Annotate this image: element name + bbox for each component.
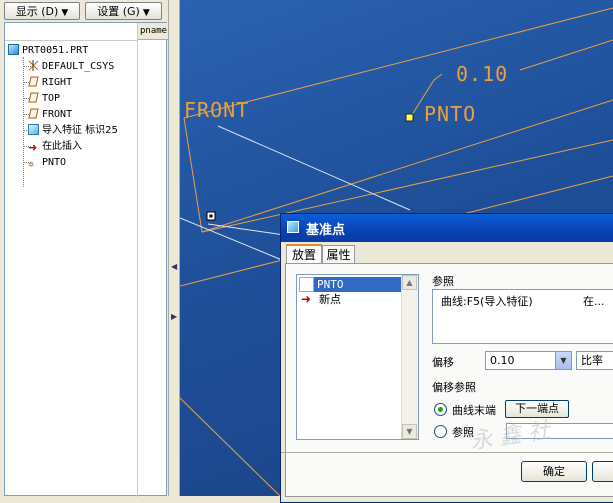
expand-right-icon[interactable]: ▶ [171, 312, 178, 322]
tab-placement[interactable]: 放置 [286, 244, 322, 263]
tree-item-label: PRT0051.PRT [22, 45, 89, 56]
tab-properties[interactable]: 属性 [322, 245, 355, 263]
point-checkbox[interactable] [299, 277, 314, 292]
offset-value: 0.10 [490, 354, 515, 367]
datum-point-marker[interactable] [405, 113, 414, 122]
settings-menu-button[interactable]: 设置 (G) ▼ [85, 2, 162, 20]
tree-item-pnt0[interactable]: ✲ PNTO [28, 155, 66, 170]
reference-label: 参照 [432, 275, 454, 288]
datum-point-dialog: 基准点 放置 属性 PNTO ➜ 新点 ▲ ▼ 参照 曲线:F5(导入特征) 在… [280, 213, 613, 503]
scroll-up-icon[interactable]: ▲ [402, 275, 417, 290]
curve-end-label[interactable]: 曲线末端 [452, 402, 496, 418]
list-scrollbar[interactable]: ▲ ▼ [401, 275, 418, 439]
datum-point-icon: ✲ [28, 159, 35, 170]
divider [281, 452, 613, 453]
tree-item-label: PNTO [42, 157, 67, 168]
datum-point-label: PNTO [424, 102, 477, 126]
front-plane-edge [180, 397, 281, 496]
offset-label: 偏移 [432, 356, 454, 369]
ok-button[interactable]: 确定 [521, 461, 587, 482]
tree-item-label: DEFAULT_CSYS [42, 61, 115, 72]
offset-value-combo[interactable]: 0.10 ▼ [485, 351, 572, 370]
curve-end-marker-dot [209, 214, 213, 218]
scroll-down-icon[interactable]: ▼ [402, 424, 417, 439]
settings-menu-label: 设置 (G) [97, 5, 140, 18]
offset-dimension-label[interactable]: 0.10 [456, 62, 508, 86]
dialog-titlebar[interactable]: 基准点 [281, 214, 613, 242]
chevron-down-icon: ▼ [142, 8, 150, 18]
list-item-label: 新点 [319, 293, 341, 306]
column-header-pname[interactable]: pname [138, 23, 168, 40]
points-list[interactable]: PNTO ➜ 新点 ▲ ▼ [296, 274, 419, 440]
divider [5, 40, 138, 41]
tree-connector [23, 57, 24, 187]
show-menu-button[interactable]: 显示 (D) ▼ [4, 2, 80, 20]
offset-type-value: 比率 [581, 354, 603, 367]
tree-item-csys[interactable]: DEFAULT_CSYS [28, 59, 114, 74]
show-menu-label: 显示 (D) [15, 5, 59, 18]
tree-item-label: FRONT [42, 109, 73, 120]
dialog-title: 基准点 [306, 223, 346, 238]
list-item-new-point[interactable]: ➜ 新点 [299, 292, 341, 307]
model-tree[interactable]: pname PRT0051.PRT DEFAULT_CSYS RIGHT TOP… [4, 22, 168, 497]
curve-end-radio[interactable] [434, 403, 447, 416]
dimension-leader [519, 39, 613, 71]
collapse-left-icon[interactable]: ◀ [171, 262, 178, 272]
front-plane-edge [183, 117, 203, 233]
cancel-button[interactable] [592, 461, 613, 482]
import-feature-icon [28, 124, 39, 135]
tree-item-label: 导入特征 标识25 [42, 125, 118, 136]
tree-item-label: TOP [42, 93, 61, 104]
offset-type-select[interactable]: 比率 [576, 351, 613, 370]
reference-radio[interactable] [434, 425, 447, 438]
insert-arrow-icon: ➜ [301, 292, 312, 306]
reference-type[interactable]: 在... [583, 293, 605, 309]
tree-item-insert-here[interactable]: ➜ 在此插入 [28, 139, 82, 154]
app-icon [287, 221, 299, 233]
panel-splitter[interactable]: ◀ ▶ [168, 0, 180, 496]
tree-item-top[interactable]: TOP [28, 91, 60, 106]
tree-item-import-feature[interactable]: 导入特征 标识25 [28, 123, 118, 138]
datum-plane-icon [28, 108, 39, 119]
front-plane-label: FRONT [184, 98, 250, 122]
chevron-down-icon: ▼ [61, 8, 69, 18]
tree-column [5, 23, 138, 497]
tree-item-front[interactable]: FRONT [28, 107, 72, 122]
insert-here-arrow-icon: ➜ [28, 141, 38, 154]
datum-plane-icon [28, 76, 39, 87]
tree-item-right[interactable]: RIGHT [28, 75, 72, 90]
tree-item-part[interactable]: PRT0051.PRT [8, 43, 88, 58]
list-item-pnt0[interactable]: PNTO [299, 277, 402, 292]
list-item-label: PNTO [317, 278, 344, 291]
construction-line [217, 125, 411, 211]
part-icon [8, 44, 19, 55]
reference-value: 曲线:F5(导入特征) [441, 295, 533, 308]
model-tree-panel: 显示 (D) ▼ 设置 (G) ▼ pname PRT0051.PRT DEFAUL… [0, 0, 168, 497]
tree-item-label: RIGHT [42, 77, 73, 88]
reference-collector[interactable]: 曲线:F5(导入特征) 在... [432, 289, 613, 344]
tree-item-label: 在此插入 [42, 141, 82, 152]
offset-reference-label: 偏移参照 [432, 381, 476, 394]
chevron-down-icon[interactable]: ▼ [555, 352, 571, 369]
construction-line [180, 217, 283, 261]
datum-plane-icon [28, 92, 39, 103]
csys-icon [28, 60, 39, 71]
